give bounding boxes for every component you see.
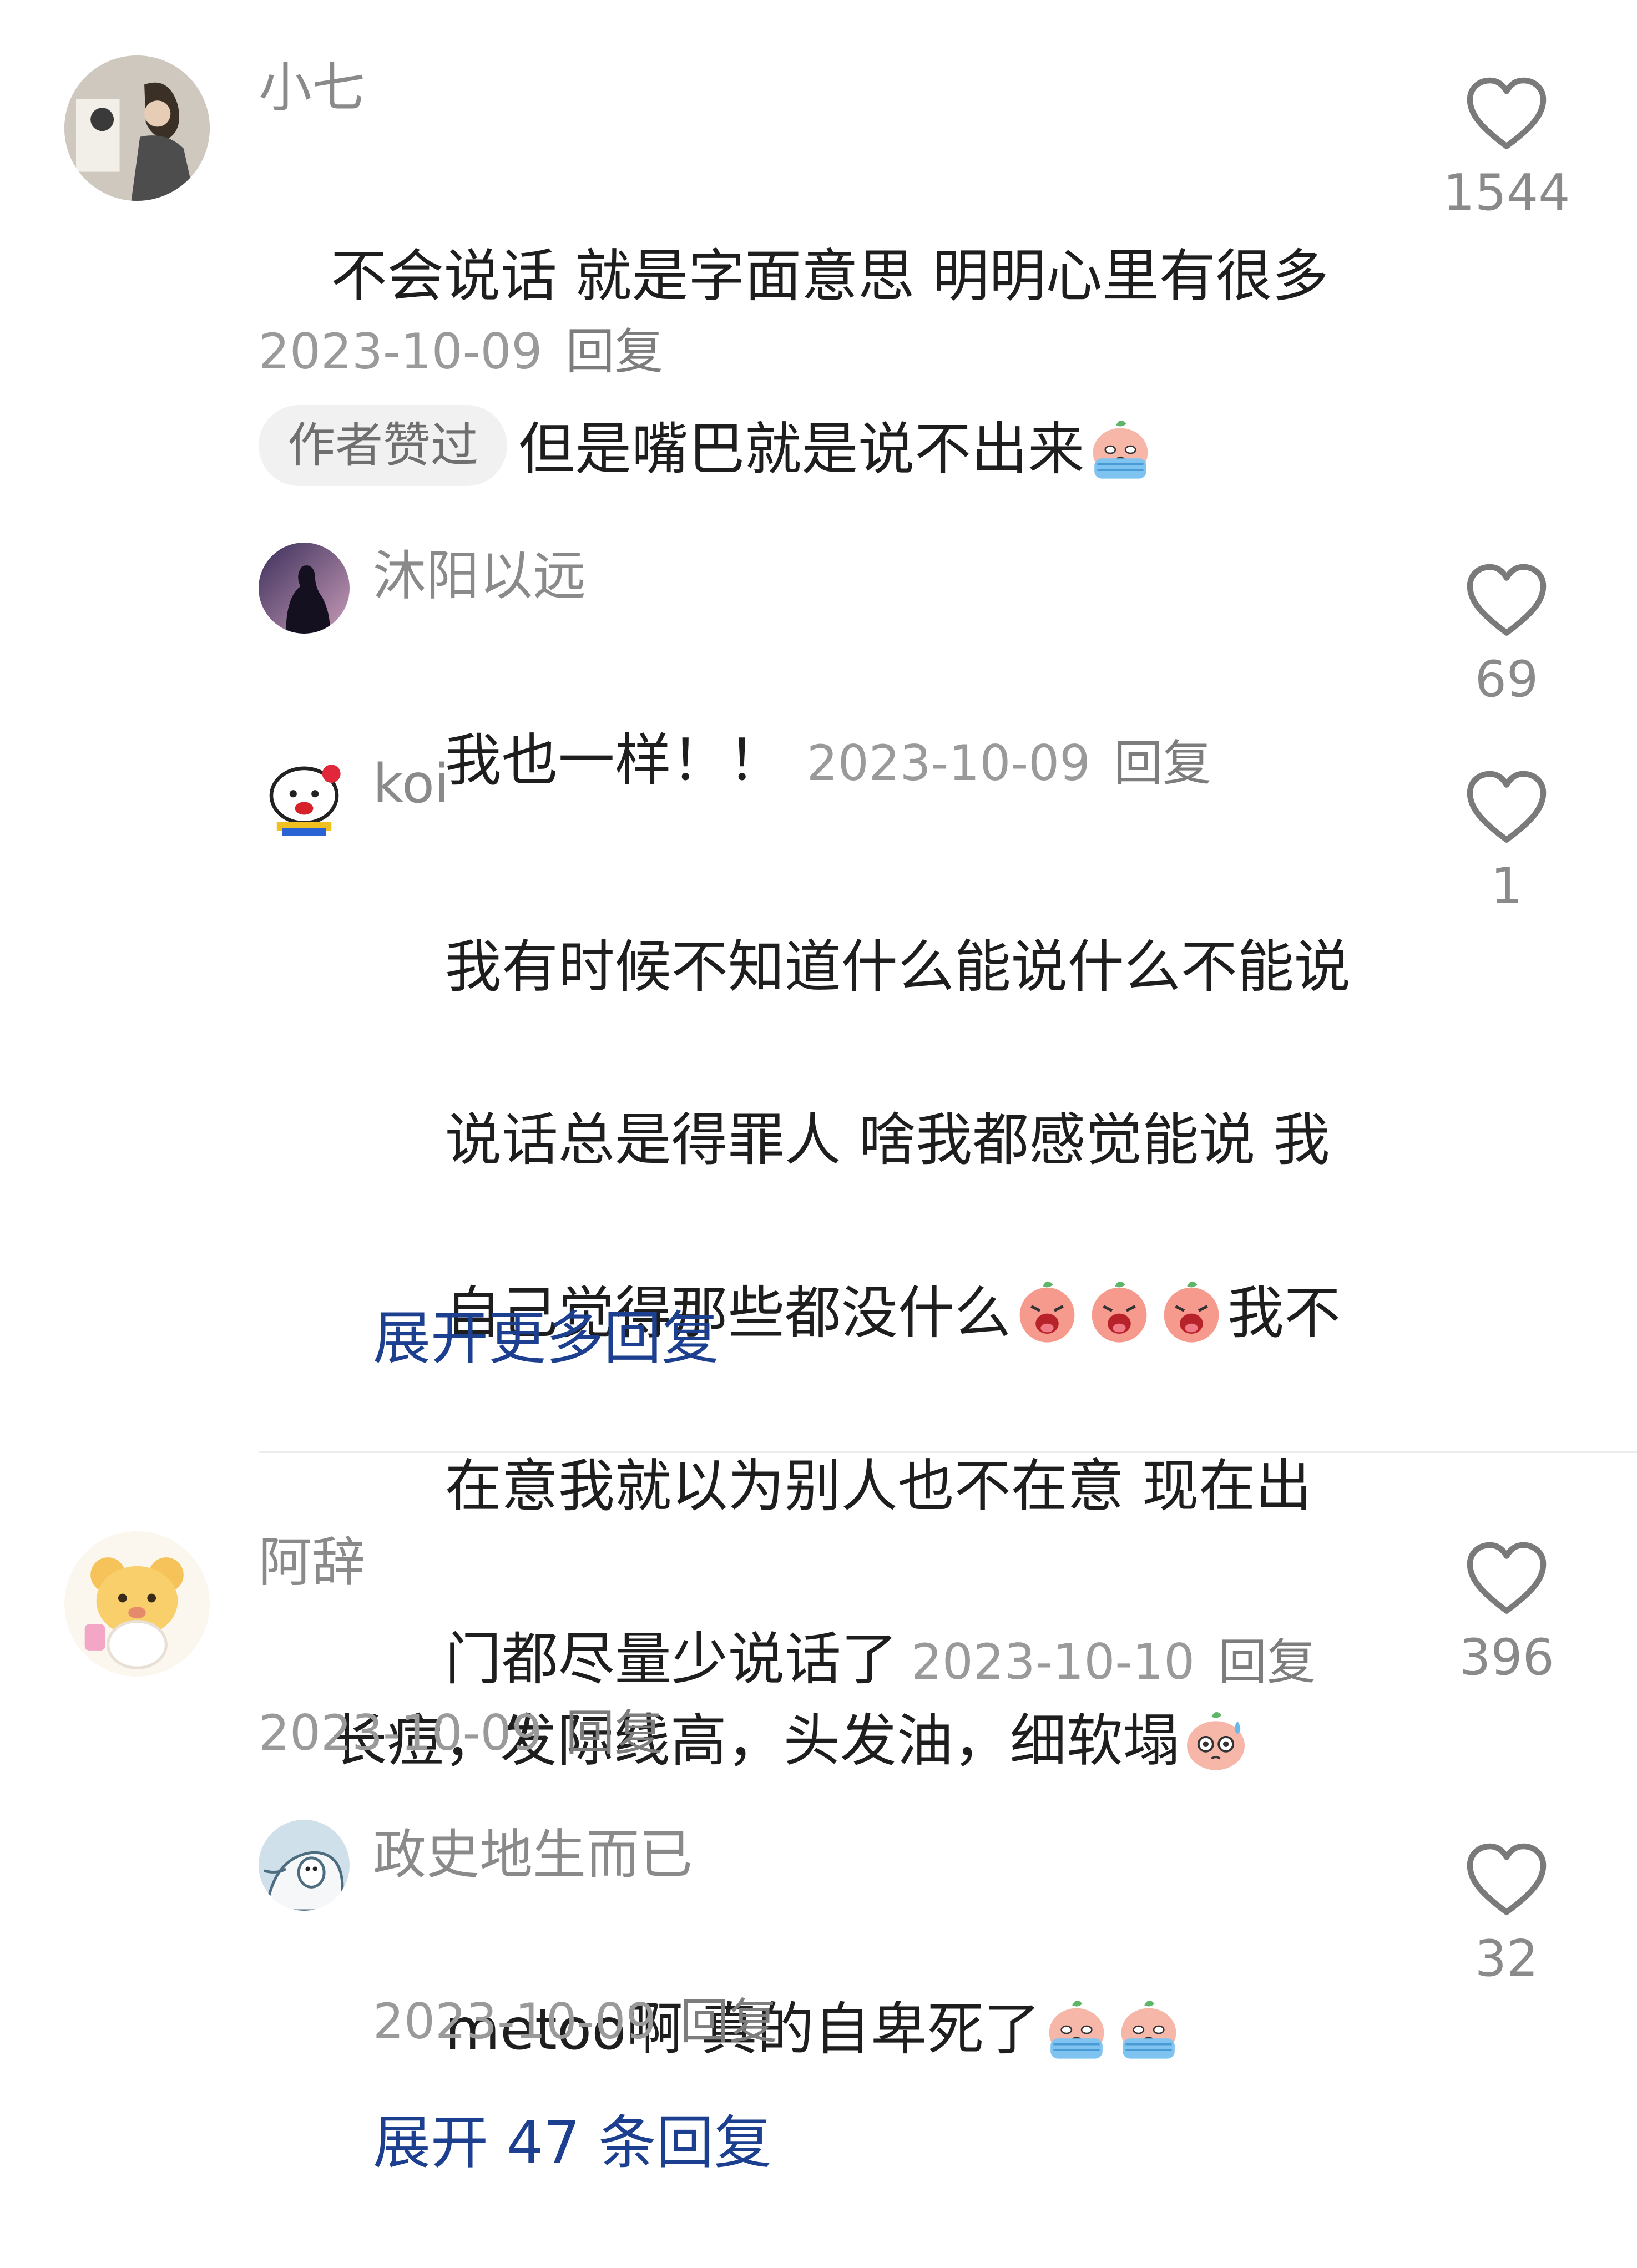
reply-button[interactable]: 回复	[1114, 735, 1211, 792]
heart-outline-icon	[1465, 1540, 1548, 1617]
avatar[interactable]	[259, 750, 350, 841]
reply-text-line: 我有时候不知道什么能说什么不能说	[444, 934, 1351, 1000]
author-liked-badge: 作者赞过	[259, 405, 507, 486]
reply-text-line: 在意我就以为别人也不在意 现在出	[444, 1454, 1312, 1520]
like-button[interactable]: 1	[1434, 768, 1579, 912]
reply-button[interactable]: 回复	[565, 1704, 663, 1761]
divider	[259, 1451, 1637, 1453]
avatar[interactable]	[259, 543, 350, 634]
reply-text-line: 我也一样！！	[444, 728, 785, 794]
heart-outline-icon	[1465, 1841, 1548, 1918]
comment-meta: 2023-10-09 回复	[259, 1709, 663, 1758]
reply-username[interactable]: 政史地生而已	[373, 1828, 693, 1881]
crying-emoji-icon	[1084, 412, 1156, 484]
heart-outline-icon	[1465, 75, 1548, 153]
reply-button[interactable]: 回复	[565, 323, 663, 380]
comment-username[interactable]: 小七	[259, 61, 365, 114]
like-count: 396	[1459, 1628, 1554, 1687]
like-count: 1544	[1443, 164, 1570, 222]
avatar[interactable]	[259, 1820, 350, 1911]
comment-date: 2023-10-09	[259, 1704, 543, 1761]
sweating-emoji-icon	[1180, 1704, 1252, 1776]
reply-username[interactable]: koi	[373, 757, 449, 811]
screaming-emoji-icon	[1155, 1276, 1227, 1348]
crying-emoji-icon	[1040, 1992, 1113, 2064]
expand-more-replies-button[interactable]: 展开更多回复	[373, 1309, 719, 1367]
reply-meta: 2023-10-09 回复	[373, 1997, 777, 2046]
avatar[interactable]	[64, 1531, 210, 1677]
like-button[interactable]: 396	[1434, 1540, 1579, 1683]
like-count: 32	[1474, 1930, 1539, 1988]
comment-meta: 2023-10-09 回复	[259, 327, 663, 376]
reply-date: 2023-10-09	[373, 1993, 657, 2050]
like-button[interactable]: 69	[1434, 561, 1579, 705]
screaming-emoji-icon	[1011, 1276, 1083, 1348]
heart-outline-icon	[1465, 768, 1548, 846]
heart-outline-icon	[1465, 561, 1548, 639]
reply-button[interactable]: 回复	[680, 1993, 777, 2050]
reply-text-line: 我不	[1227, 1280, 1341, 1346]
reply-meta: 2023-10-09 回复	[807, 735, 1211, 792]
like-button[interactable]: 1544	[1434, 75, 1579, 218]
reply-username[interactable]: 沐阳以远	[373, 549, 586, 603]
crying-emoji-icon	[1113, 1992, 1185, 2064]
comment-date: 2023-10-09	[259, 323, 543, 380]
like-button[interactable]: 32	[1434, 1841, 1579, 1984]
screaming-emoji-icon	[1083, 1276, 1155, 1348]
comment-text-line: 不会说话 就是字面意思 明明心里有很多	[330, 244, 1329, 310]
reply-date: 2023-10-09	[806, 735, 1091, 792]
like-count: 1	[1491, 857, 1523, 915]
avatar[interactable]	[64, 55, 210, 201]
comment-username[interactable]: 阿辞	[259, 1536, 365, 1589]
expand-more-replies-button[interactable]: 展开 47 条回复	[373, 2114, 771, 2171]
reply-text-line: 说话总是得罪人 啥我都感觉能说 我	[444, 1107, 1330, 1173]
like-count: 69	[1474, 650, 1539, 708]
